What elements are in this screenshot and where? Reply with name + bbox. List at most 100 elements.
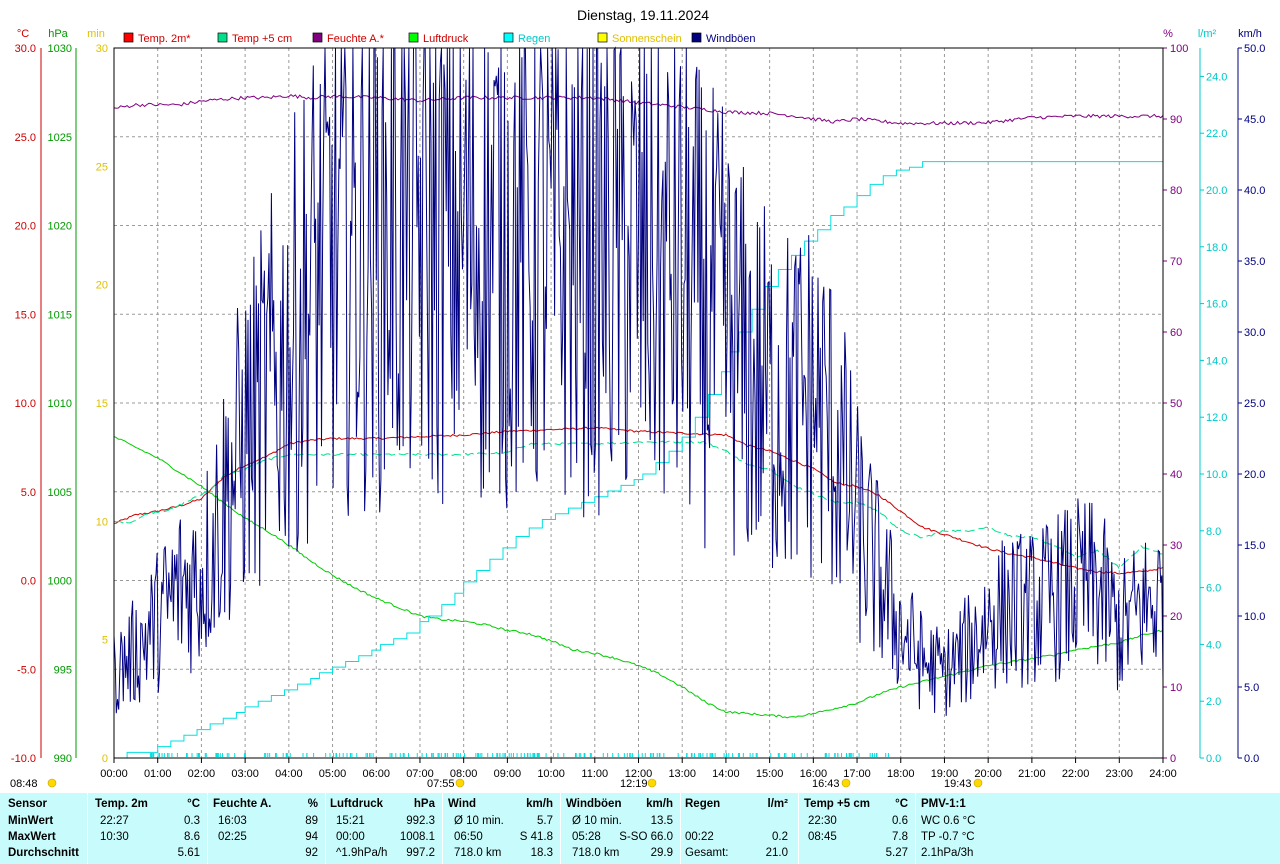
header-pmv: PMV-1:1 <box>921 798 966 810</box>
legend-label: Sonnenschein <box>612 33 682 45</box>
legend-label: Luftdruck <box>423 33 469 45</box>
tick-sunshine: 25 <box>96 161 108 173</box>
feuchte-value: 92 <box>305 847 318 859</box>
sun-icon <box>47 778 57 788</box>
tick-temp: -10.0 <box>11 753 36 765</box>
wind-time: Ø 10 min. <box>454 815 504 827</box>
tick-x: 01:00 <box>144 768 172 780</box>
tick-pressure: 1000 <box>48 576 72 588</box>
sun-time-label: 08:48 <box>10 778 38 790</box>
tick-humidity: 100 <box>1170 43 1188 55</box>
pmv-value: WC 0.6 °C <box>921 815 976 827</box>
tick-pressure: 1005 <box>48 487 72 499</box>
row-label: MaxWert <box>8 831 56 843</box>
temp5-value: 7.8 <box>892 831 908 843</box>
temp2m-value: 0.3 <box>184 815 200 827</box>
tick-rain: 18.0 <box>1206 242 1227 254</box>
tick-temp: 30.0 <box>15 43 36 55</box>
temp2m-time: 10:30 <box>100 831 129 843</box>
sun-time-label: 16:43 <box>812 778 840 790</box>
temp2m-value: 8.6 <box>184 831 200 843</box>
tick-pressure: 1020 <box>48 221 72 233</box>
tick-wind: 20.0 <box>1244 469 1265 481</box>
sun-icon <box>841 778 851 788</box>
regen-time: Gesamt: <box>685 847 729 859</box>
tick-x: 03:00 <box>231 768 259 780</box>
tick-temp: 20.0 <box>15 221 36 233</box>
tick-rain: 0.0 <box>1206 753 1221 765</box>
tick-wind: 50.0 <box>1244 43 1265 55</box>
column-divider <box>442 793 443 864</box>
header-temp5: Temp +5 cm <box>804 798 870 810</box>
legend-label: Feuchte A.* <box>327 33 385 45</box>
tick-humidity: 60 <box>1170 327 1182 339</box>
tick-x: 10:00 <box>537 768 565 780</box>
column-divider <box>798 793 799 864</box>
tick-sunshine: 20 <box>96 280 108 292</box>
legend-swatch <box>217 32 228 43</box>
tick-x: 00:00 <box>100 768 128 780</box>
tick-rain: 2.0 <box>1206 696 1221 708</box>
header-luftdruck-unit: hPa <box>413 798 435 810</box>
tick-rain: 22.0 <box>1206 128 1227 140</box>
sun-icon <box>647 778 657 788</box>
chart-title: Dienstag, 19.11.2024 <box>577 7 709 23</box>
column-divider <box>560 793 561 864</box>
tick-x: 14:00 <box>712 768 740 780</box>
tick-x: 17:00 <box>843 768 871 780</box>
temp2m-time: 22:27 <box>100 815 129 827</box>
header-feuchte: Feuchte A. <box>213 798 272 810</box>
pmv-value: 2.1hPa/3h <box>921 847 974 859</box>
header-sensor: Sensor <box>8 798 47 810</box>
feuchte-value: 89 <box>305 815 318 827</box>
boeen-time: Ø 10 min. <box>572 815 622 827</box>
feuchte-time: 02:25 <box>218 831 247 843</box>
header-temp5-unit: °C <box>895 798 908 810</box>
tick-x: 24:00 <box>1149 768 1177 780</box>
column-divider <box>915 793 916 864</box>
legend-swatch <box>691 32 702 43</box>
tick-temp: 0.0 <box>21 576 36 588</box>
header-temp2m-unit: °C <box>187 798 200 810</box>
tick-humidity: 0 <box>1170 753 1176 765</box>
tick-x: 05:00 <box>319 768 347 780</box>
tick-pressure: 990 <box>54 753 72 765</box>
sun-time-label: 12:19 <box>620 778 648 790</box>
tick-wind: 30.0 <box>1244 327 1265 339</box>
tick-wind: 25.0 <box>1244 398 1265 410</box>
tick-x: 22:00 <box>1062 768 1090 780</box>
tick-wind: 35.0 <box>1244 256 1265 268</box>
boeen-max: S-SO 66.0 <box>619 831 673 843</box>
tick-rain: 4.0 <box>1206 639 1221 651</box>
unit-label-pressure: hPa <box>48 28 68 40</box>
boeen-time: 05:28 <box>572 831 601 843</box>
tick-rain: 14.0 <box>1206 355 1227 367</box>
header-regen: Regen <box>685 798 721 810</box>
header-windboeen: Windböen <box>566 798 622 810</box>
tick-rain: 6.0 <box>1206 583 1221 595</box>
feuchte-value: 94 <box>305 831 318 843</box>
tick-x: 23:00 <box>1106 768 1134 780</box>
header-wind-unit: km/h <box>526 798 553 810</box>
temp2m-value: 5.61 <box>177 847 200 859</box>
tick-wind: 10.0 <box>1244 611 1265 623</box>
tick-humidity: 10 <box>1170 682 1182 694</box>
statistics-panel: Sensor Temp. 2m °C Feuchte A.% Luftdruck hPa W… <box>0 793 1280 864</box>
tick-humidity: 50 <box>1170 398 1182 410</box>
tick-humidity: 30 <box>1170 540 1182 552</box>
wind-time: 06:50 <box>454 831 483 843</box>
tick-sunshine: 5 <box>102 635 108 647</box>
row-label: Durchschnitt <box>8 847 79 859</box>
column-divider <box>680 793 681 864</box>
column-divider <box>325 793 326 864</box>
tick-x: 09:00 <box>494 768 522 780</box>
tick-sunshine: 30 <box>96 43 108 55</box>
regen-time: 00:22 <box>685 831 714 843</box>
boeen-value: 13.5 <box>650 815 673 827</box>
tick-x: 02:00 <box>188 768 216 780</box>
legend-swatch <box>597 32 608 43</box>
tick-pressure: 1015 <box>48 309 72 321</box>
header-temp2m: Temp. 2m <box>95 798 148 810</box>
wind-time: 718.0 km <box>454 847 502 859</box>
temp5-time: 08:45 <box>808 831 837 843</box>
